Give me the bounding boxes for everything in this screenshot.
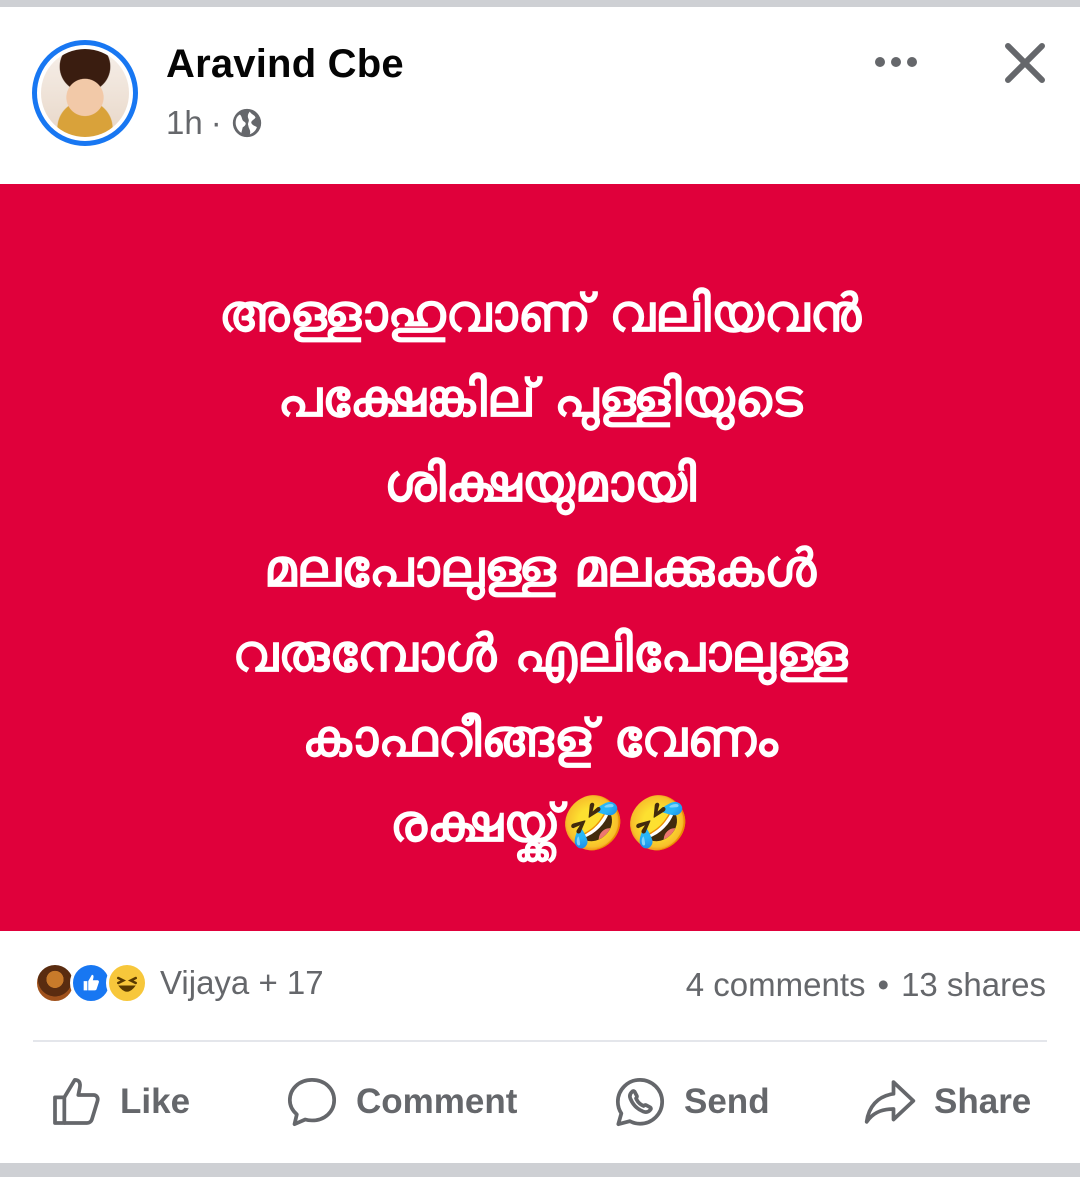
whatsapp-icon [615,1077,665,1127]
send-label: Send [684,1082,770,1121]
top-separator [0,0,1080,7]
send-button[interactable]: Send [612,1070,770,1134]
post-text: അള്ളാഹുവാണ് വലിയവൻ പക്ഷേങ്കില് പുള്ളിയുട… [40,272,1040,867]
post-line: ശിക്ഷയുമായി [383,454,697,514]
avatar-image [41,49,129,137]
post-line: രക്ഷയ്ക്ക്🤣🤣 [389,794,691,854]
like-icon [53,1077,100,1125]
close-icon[interactable] [1002,40,1048,86]
divider [33,1040,1047,1042]
author-avatar[interactable] [32,40,138,146]
stats-separator: • [877,966,890,1003]
reactor-names: Vijaya + 17 [160,964,324,1001]
post-line: വരുമ്പോൾ എലിപോലുള്ള [232,624,848,684]
post-line: അള്ളാഹുവാണ് വലിയവൻ [218,284,862,344]
comment-icon [287,1077,337,1127]
post-time[interactable]: 1h [166,104,203,142]
globe-icon [232,108,261,138]
post-line: കാഫറീങ്ങള് വേണം [302,709,778,769]
share-icon [864,1080,916,1124]
post-meta: 1h · [166,104,264,142]
post-stats: 4 comments • 13 shares [686,966,1046,1004]
post-line: മലപോലുള്ള മലക്കുകൾ [263,539,817,599]
meta-separator: · [210,104,222,141]
like-button[interactable]: Like [48,1070,190,1134]
more-options-icon[interactable] [872,48,920,76]
like-label: Like [120,1082,191,1121]
comment-button[interactable]: Comment [284,1070,517,1134]
author-name[interactable]: Aravind Cbe [166,42,404,87]
share-label: Share [934,1082,1032,1121]
post-line: പക്ഷേങ്കില് പുള്ളിയുടെ [277,369,803,429]
reactions-summary[interactable]: Vijaya + 17 [34,962,324,1004]
comments-count[interactable]: 4 comments [686,966,866,1004]
share-button[interactable]: Share [862,1070,1031,1134]
shares-count[interactable]: 13 shares [901,966,1046,1004]
haha-reaction-icon [106,962,148,1004]
bottom-separator [0,1163,1080,1177]
comment-label: Comment [356,1082,518,1121]
